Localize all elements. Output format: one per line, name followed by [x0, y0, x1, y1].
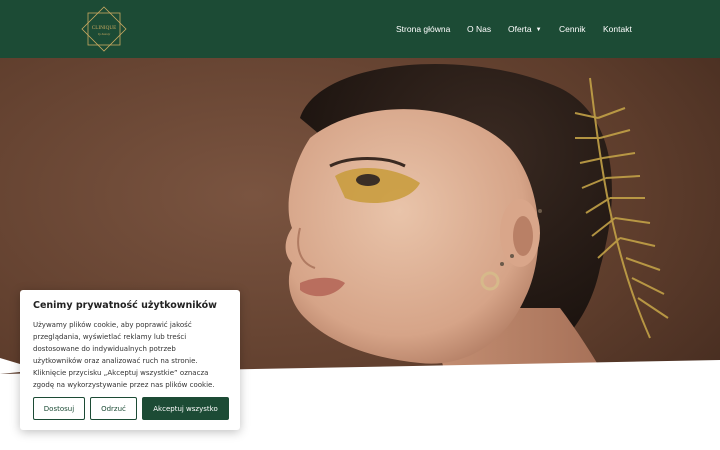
cookie-text: Używamy plików cookie, aby poprawić jako… [33, 319, 227, 391]
nav-item-offer[interactable]: Oferta ▼ [508, 23, 542, 36]
nav-item-home[interactable]: Strona główna [396, 23, 450, 35]
cookie-text-line: zgodę na wykorzystywanie przez nas plikó… [33, 381, 215, 389]
cookie-consent-banner: Cenimy prywatność użytkowników Używamy p… [20, 290, 240, 430]
cookie-buttons: Dostosuj Odrzuć Akceptuj wszystko [33, 397, 229, 420]
logo-text: CLINIQUE [92, 25, 117, 31]
customize-button[interactable]: Dostosuj [33, 397, 85, 420]
site-logo[interactable]: CLINIQUE by beauty [80, 6, 128, 52]
logo-subtext: by beauty [98, 32, 111, 36]
accept-all-button[interactable]: Akceptuj wszystko [142, 397, 229, 420]
cookie-text-line: użytkowników oraz analizować ruch na str… [33, 357, 198, 365]
nav-item-about[interactable]: O Nas [467, 23, 491, 35]
nav-item-pricing[interactable]: Cennik [559, 23, 585, 35]
cookie-title: Cenimy prywatność użytkowników [33, 300, 217, 311]
cookie-text-line: Używamy plików cookie, aby poprawić jako… [33, 321, 192, 329]
reject-button[interactable]: Odrzuć [90, 397, 137, 420]
nav-item-offer-label: Oferta [508, 24, 532, 34]
logo-diamond-icon: CLINIQUE by beauty [81, 6, 127, 52]
cookie-text-line: przeglądania, wyświetlać reklamy lub tre… [33, 333, 187, 341]
cookie-text-line: dostosowane do indywidualnych potrzeb [33, 345, 176, 353]
site-header: CLINIQUE by beauty Strona główna O Nas O… [0, 0, 720, 58]
nav-item-contact[interactable]: Kontakt [603, 23, 632, 35]
cookie-text-line: Kliknięcie przycisku „Akceptuj wszystkie… [33, 369, 209, 377]
caret-down-icon: ▼ [535, 27, 542, 33]
